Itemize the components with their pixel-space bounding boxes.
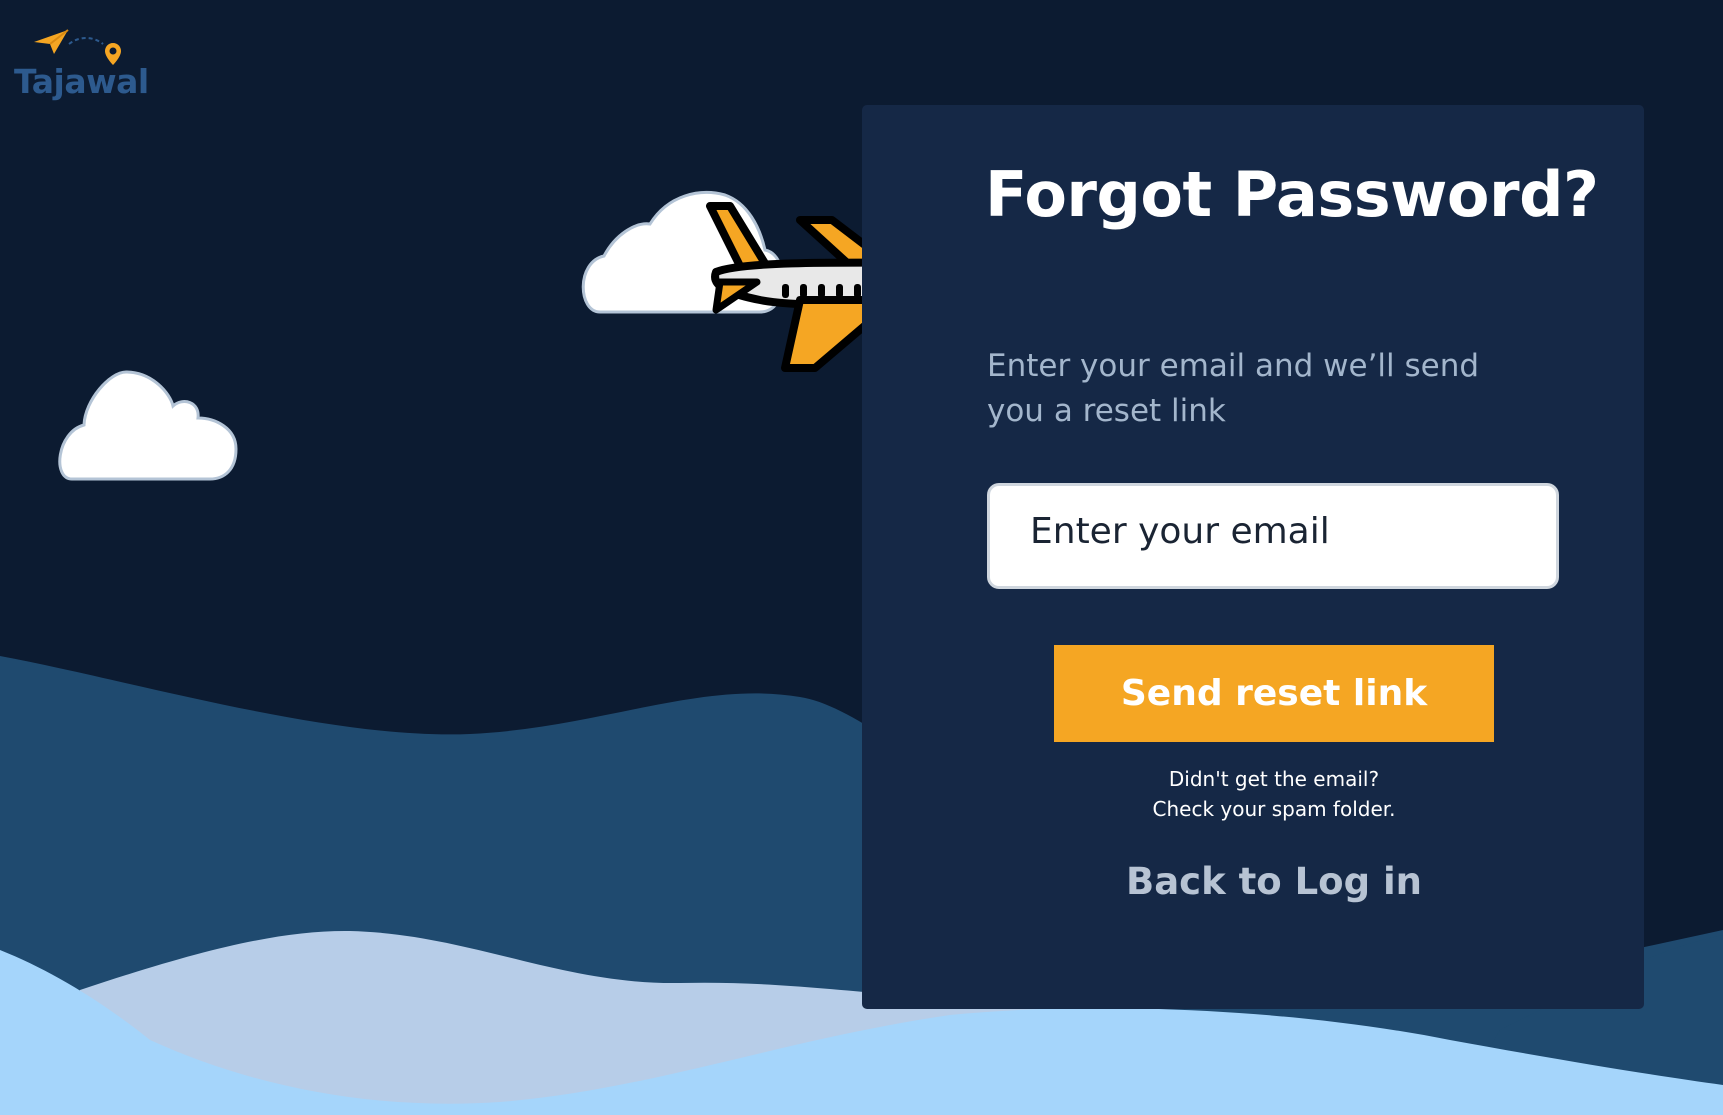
- brand-name: Tajawal: [14, 62, 149, 101]
- email-input[interactable]: [987, 483, 1559, 589]
- hint-line: Check your spam folder.: [1152, 797, 1396, 821]
- paper-plane-icon: [34, 29, 69, 54]
- back-to-login-link[interactable]: Back to Log in: [1054, 860, 1494, 903]
- send-reset-link-button[interactable]: Send reset link: [1054, 645, 1494, 742]
- spam-hint: Didn't get the email? Check your spam fo…: [1054, 764, 1494, 824]
- hint-line: Didn't get the email?: [1168, 767, 1380, 791]
- instructions-text: Enter your email and we’ll send you a re…: [987, 348, 1480, 429]
- page-title: Forgot Password?: [985, 158, 1599, 231]
- brand-logo[interactable]: Tajawal: [12, 28, 149, 108]
- flight-path-icon: [68, 37, 104, 45]
- cloud-icon: [58, 370, 238, 481]
